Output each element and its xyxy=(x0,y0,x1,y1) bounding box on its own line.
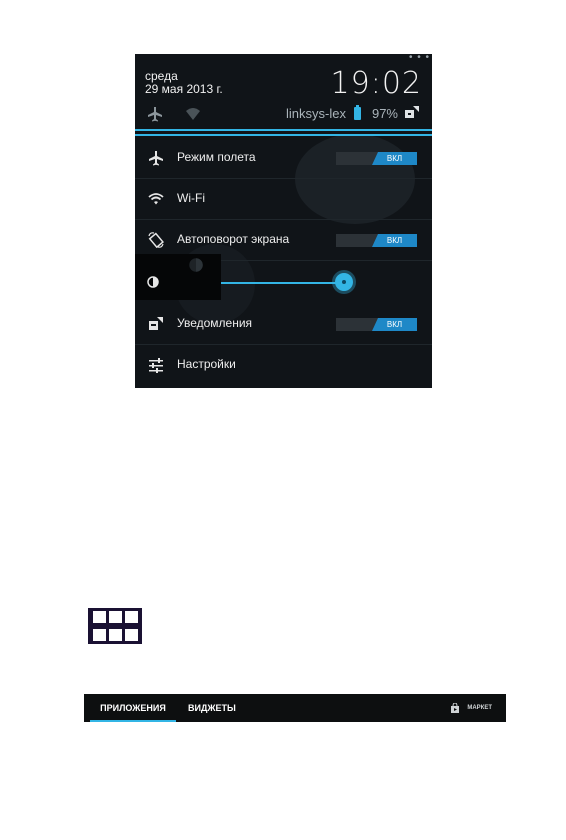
auto-rotate-toggle[interactable]: ВКЛ xyxy=(336,234,417,247)
notification-panel: • • • среда 29 мая 2013 г. 19:02 linksys… xyxy=(135,54,432,388)
tab-widgets[interactable]: ВИДЖЕТЫ xyxy=(188,694,236,722)
settings-row[interactable]: Настройки xyxy=(135,345,432,385)
clock[interactable]: 19:02 xyxy=(331,67,422,101)
market-button[interactable]: МАРКЕТ xyxy=(451,694,492,722)
app-drawer-tabbar: ПРИЛОЖЕНИЯ ВИДЖЕТЫ МАРКЕТ xyxy=(84,694,506,722)
notifications-label: Уведомления xyxy=(177,316,253,330)
day-of-week: среда xyxy=(145,69,178,83)
divider-line xyxy=(135,129,432,131)
notifications-icon xyxy=(149,317,163,330)
brightness-icon xyxy=(147,276,159,288)
auto-rotate-label: Автоповорот экрана xyxy=(177,232,290,246)
brightness-auto-icon[interactable] xyxy=(187,256,205,274)
brightness-row xyxy=(135,254,221,300)
toggle-on-label: ВКЛ xyxy=(372,234,417,247)
overflow-dots: • • • xyxy=(408,54,430,63)
airplane-icon xyxy=(149,151,163,166)
battery-icon xyxy=(354,105,361,120)
wifi-row[interactable]: Wi-Fi xyxy=(135,179,432,220)
settings-label: Настройки xyxy=(177,357,236,371)
app-grid-icon[interactable] xyxy=(88,608,142,644)
active-tab-indicator xyxy=(90,720,176,722)
battery-percent: 97% xyxy=(371,106,398,121)
tab-apps[interactable]: ПРИЛОЖЕНИЯ xyxy=(90,694,176,722)
market-bag-icon xyxy=(451,703,460,713)
wifi-status-icon xyxy=(186,108,200,120)
market-label: МАРКЕТ xyxy=(467,705,492,711)
notifications-status-icon[interactable] xyxy=(404,105,420,121)
wifi-icon xyxy=(148,193,164,205)
date-label: 29 мая 2013 г. xyxy=(145,82,223,96)
notifications-row[interactable]: Уведомления ВКЛ xyxy=(135,304,432,345)
brightness-slider-track[interactable] xyxy=(221,282,344,284)
toggle-on-label: ВКЛ xyxy=(372,318,417,331)
toggle-on-label: ВКЛ xyxy=(372,152,417,165)
airplane-mode-row[interactable]: Режим полета ВКЛ xyxy=(135,138,432,179)
brightness-slider-thumb[interactable] xyxy=(335,273,353,291)
airplane-mode-toggle[interactable]: ВКЛ xyxy=(336,152,417,165)
airplane-mode-label: Режим полета xyxy=(177,150,256,164)
rotate-icon xyxy=(148,232,164,248)
divider-line xyxy=(135,134,432,136)
network-name: linksys-lex xyxy=(286,106,346,121)
notifications-toggle[interactable]: ВКЛ xyxy=(336,318,417,331)
status-row: linksys-lex 97% xyxy=(135,105,432,125)
settings-sliders-icon xyxy=(149,358,163,373)
airplane-status-icon xyxy=(148,107,162,122)
wifi-label: Wi-Fi xyxy=(177,191,205,205)
